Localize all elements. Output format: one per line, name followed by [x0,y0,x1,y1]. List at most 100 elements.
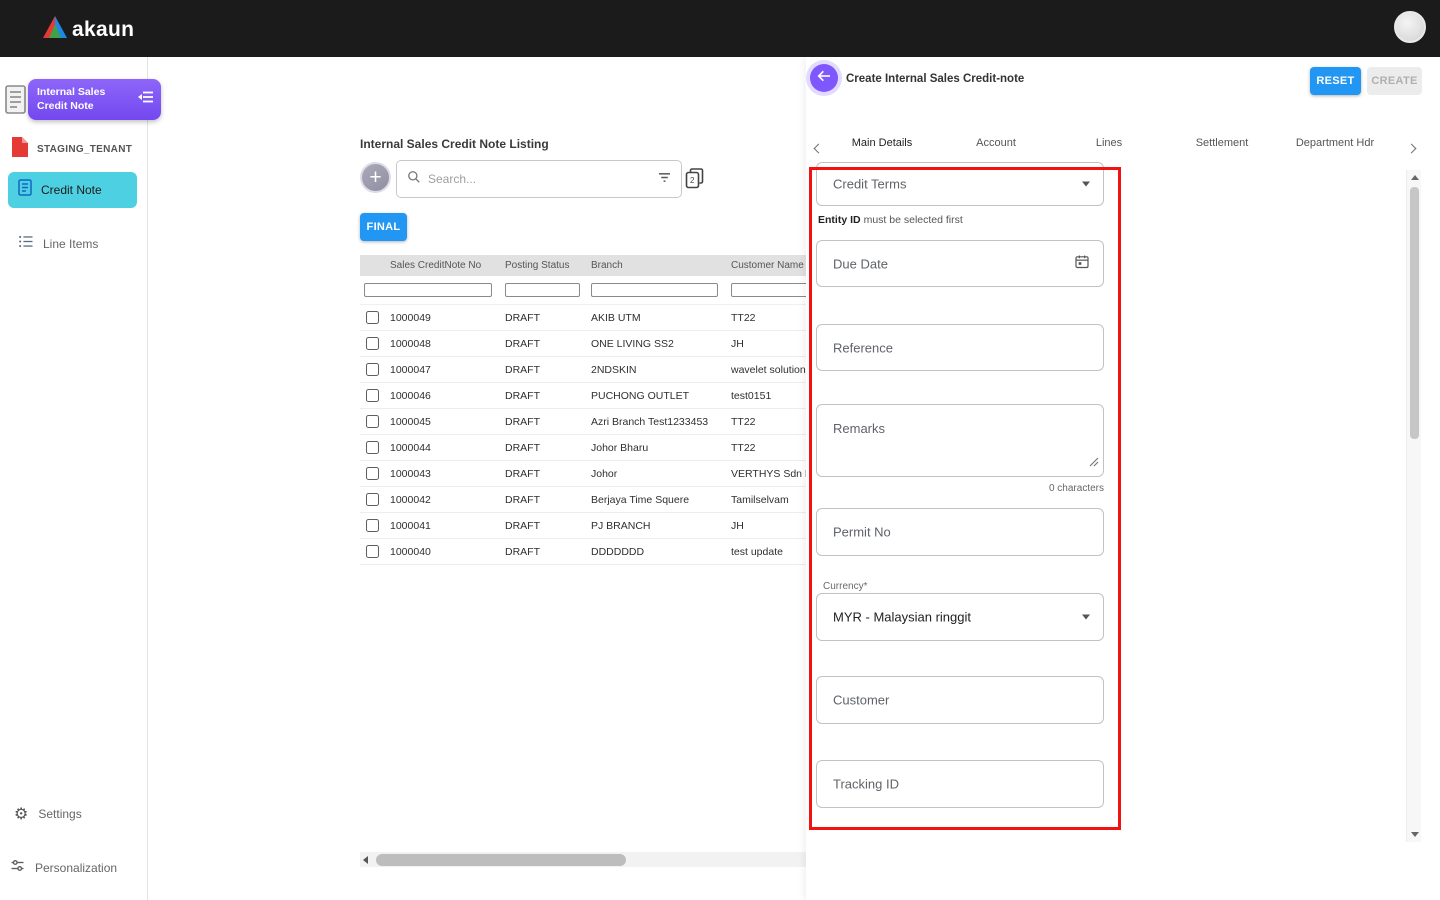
cell-creditnote-no: 1000043 [386,460,501,487]
due-date-field[interactable]: Due Date [816,240,1104,287]
cell-creditnote-no: 1000048 [386,330,501,357]
row-checkbox[interactable] [366,493,379,506]
horizontal-scrollbar-thumb[interactable] [376,853,626,866]
row-checkbox[interactable] [366,467,379,480]
line-items-label: Line Items [43,237,99,251]
cell-creditnote-no: 1000041 [386,512,501,539]
cell-branch: PJ BRANCH [587,512,727,539]
scroll-down-arrow-icon[interactable] [1410,832,1419,837]
tab-settlement[interactable]: Settlement [1196,137,1249,149]
currency-select[interactable]: MYR - Malaysian ringgit [816,593,1104,641]
currency-label: Currency* [820,581,871,592]
tab-lines[interactable]: Lines [1096,137,1122,149]
row-checkbox[interactable] [366,545,379,558]
copy-icon[interactable]: 2 [685,168,704,194]
currency-value: MYR - Malaysian ringgit [833,609,971,625]
tab-department-hdr[interactable]: Department Hdr [1296,137,1374,149]
create-panel-title: Create Internal Sales Credit-note [846,73,1025,85]
reset-button[interactable]: RESET [1310,67,1361,95]
credit-terms-label: Credit Terms [833,176,907,192]
collapse-menu-icon[interactable] [138,90,154,109]
filter-input-creditnote-no[interactable] [364,283,492,297]
row-checkbox[interactable] [366,389,379,402]
permit-no-field[interactable]: Permit No [816,508,1104,556]
cell-branch: Johor [587,460,727,487]
filter-lines-icon[interactable] [658,170,671,188]
row-checkbox[interactable] [366,415,379,428]
tab-account[interactable]: Account [976,137,1016,149]
arrow-left-icon [816,69,832,88]
tenant-icon [10,136,29,163]
tenant-label: STAGING_TENANT [37,143,133,155]
select-all-header [360,255,386,276]
svg-text:2: 2 [690,176,695,185]
reference-label: Reference [833,340,893,355]
calendar-icon[interactable] [1074,253,1090,274]
cell-creditnote-no: 1000049 [386,304,501,331]
tabs-scroll-right-button[interactable] [1406,139,1417,157]
logo-triangle-icon [42,15,68,44]
cell-posting-status: DRAFT [501,382,587,409]
sidebar-item-credit-note[interactable]: Credit Note [8,172,137,208]
add-button[interactable]: + [360,162,391,193]
remarks-char-count: 0 characters [1048,483,1104,494]
sidebar-item-personalization[interactable]: Personalization [10,858,117,878]
back-button[interactable] [810,64,838,92]
vertical-scrollbar-thumb[interactable] [1410,187,1419,439]
create-button[interactable]: CREATE [1367,67,1422,95]
sidebar-item-line-items[interactable]: Line Items [8,228,137,260]
cell-branch: AKIB UTM [587,304,727,331]
row-checkbox[interactable] [366,519,379,532]
chevron-down-icon [1082,614,1090,620]
cell-branch: ONE LIVING SS2 [587,330,727,357]
scroll-up-arrow-icon[interactable] [1410,175,1419,180]
resize-handle-icon[interactable] [1089,454,1099,472]
filter-input-posting-status[interactable] [505,283,580,297]
remarks-label: Remarks [833,421,886,436]
app-document-icon [4,84,27,120]
listing-panel: Internal Sales Credit Note Listing + 2 [176,57,977,900]
column-header-posting-status[interactable]: Posting Status [501,255,587,276]
listing-title: Internal Sales Credit Note Listing [360,137,549,151]
tracking-id-label: Tracking ID [833,776,899,792]
cell-creditnote-no: 1000046 [386,382,501,409]
credit-terms-select[interactable]: Credit Terms [816,162,1104,206]
column-header-branch[interactable]: Branch [587,255,727,276]
search-icon [407,170,421,189]
cell-branch: Johor Bharu [587,434,727,461]
tracking-id-field[interactable]: Tracking ID [816,760,1104,808]
vertical-scrollbar[interactable] [1406,170,1421,842]
customer-field[interactable]: Customer [816,676,1104,724]
screen: akaun Internal Sales Credit Note STAGING… [0,0,1440,900]
search-box [396,160,682,198]
cell-posting-status: DRAFT [501,408,587,435]
sidebar-item-settings[interactable]: ⚙ Settings [14,806,82,822]
search-input[interactable] [428,172,651,186]
cell-creditnote-no: 1000047 [386,356,501,383]
customer-label: Customer [833,692,890,708]
due-date-label: Due Date [833,256,888,271]
cell-posting-status: DRAFT [501,434,587,461]
cell-creditnote-no: 1000040 [386,538,501,565]
sidebar: Internal Sales Credit Note STAGING_TENAN… [0,57,161,900]
sidebar-item-tenant[interactable]: STAGING_TENANT [10,136,132,162]
row-checkbox[interactable] [366,441,379,454]
scroll-left-arrow-icon[interactable] [363,855,368,864]
remarks-textarea[interactable]: Remarks [816,404,1104,477]
final-filter-button[interactable]: FINAL [360,213,407,241]
sidebar-item-internal-sales-credit-note[interactable]: Internal Sales Credit Note [28,79,161,120]
cell-posting-status: DRAFT [501,304,587,331]
list-icon [18,235,34,253]
column-header-sales-creditnote-no[interactable]: Sales CreditNote No [386,255,501,276]
row-checkbox[interactable] [366,337,379,350]
user-avatar[interactable] [1394,11,1426,43]
row-checkbox[interactable] [366,311,379,324]
row-checkbox[interactable] [366,363,379,376]
personalization-label: Personalization [35,861,118,875]
reference-field[interactable]: Reference [816,324,1104,371]
permit-no-label: Permit No [833,524,891,540]
tabs-scroll-left-button[interactable] [813,139,824,157]
tab-main-details[interactable]: Main Details [852,137,913,149]
filter-input-branch[interactable] [591,283,718,297]
cell-posting-status: DRAFT [501,538,587,565]
